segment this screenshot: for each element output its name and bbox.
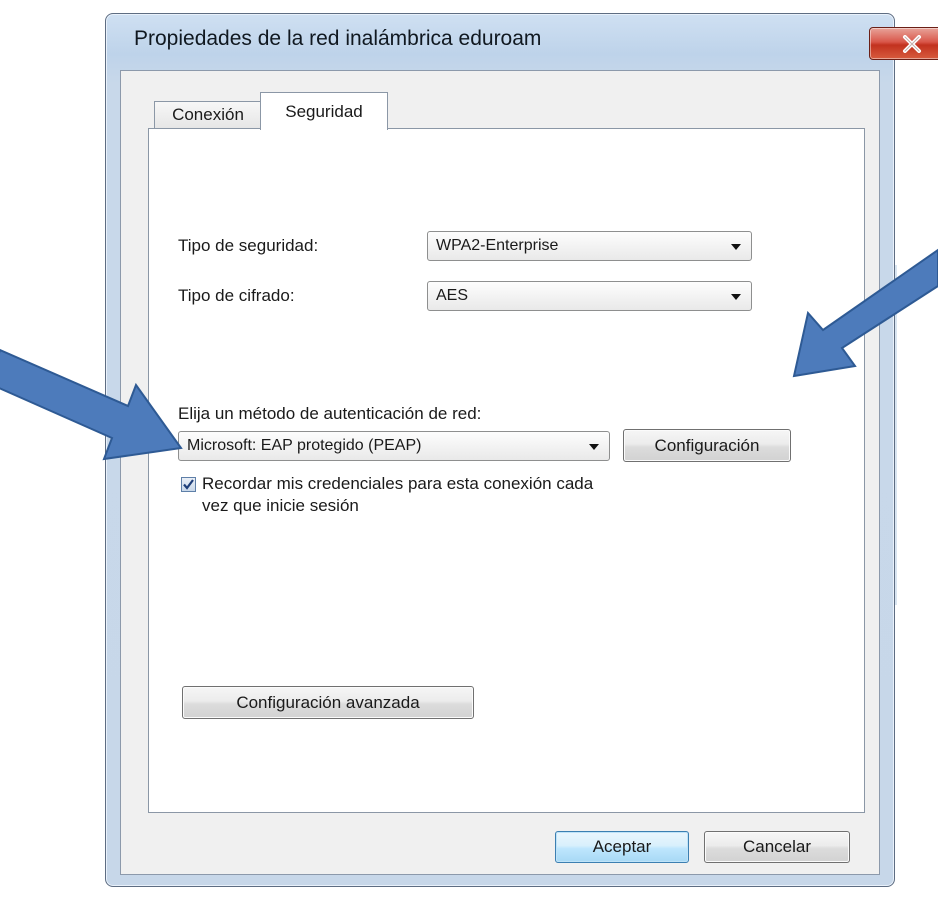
auth-method-label: Elija un método de autenticación de red: — [178, 404, 482, 423]
chevron-down-icon — [589, 444, 599, 450]
close-button[interactable] — [869, 27, 938, 60]
chevron-down-icon — [731, 244, 741, 250]
encryption-type-value: AES — [436, 287, 469, 304]
security-type-select[interactable]: WPA2-Enterprise — [427, 231, 752, 261]
checkmark-icon — [183, 479, 194, 490]
chevron-down-icon — [731, 294, 741, 300]
auth-method-value: Microsoft: EAP protegido (PEAP) — [187, 437, 422, 454]
dialog-title: Propiedades de la red inalámbrica eduroa… — [134, 27, 542, 50]
security-type-label: Tipo de seguridad: — [178, 236, 319, 255]
cancel-button[interactable]: Cancelar — [704, 831, 850, 863]
close-icon — [903, 34, 921, 53]
dialog-client-area: Conexión Seguridad Tipo de seguridad: WP… — [120, 70, 880, 875]
encryption-type-select[interactable]: AES — [427, 281, 752, 311]
security-tab-panel: Tipo de seguridad: WPA2-Enterprise Tipo … — [148, 128, 865, 813]
remember-credentials-label-line2: vez que inicie sesión — [202, 496, 359, 515]
tab-seguridad[interactable]: Seguridad — [260, 92, 388, 130]
auth-method-select[interactable]: Microsoft: EAP protegido (PEAP) — [178, 431, 610, 461]
tab-conexion[interactable]: Conexión — [154, 101, 262, 128]
wireless-network-properties-dialog: Propiedades de la red inalámbrica eduroa… — [105, 13, 938, 887]
advanced-settings-button[interactable]: Configuración avanzada — [182, 686, 474, 719]
security-type-value: WPA2-Enterprise — [436, 237, 559, 254]
remember-credentials-checkbox[interactable] — [181, 477, 196, 492]
ok-button[interactable]: Aceptar — [555, 831, 689, 863]
auth-settings-button[interactable]: Configuración — [623, 429, 791, 462]
encryption-type-label: Tipo de cifrado: — [178, 286, 295, 305]
remember-credentials-label-line1: Recordar mis credenciales para esta cone… — [202, 474, 594, 493]
